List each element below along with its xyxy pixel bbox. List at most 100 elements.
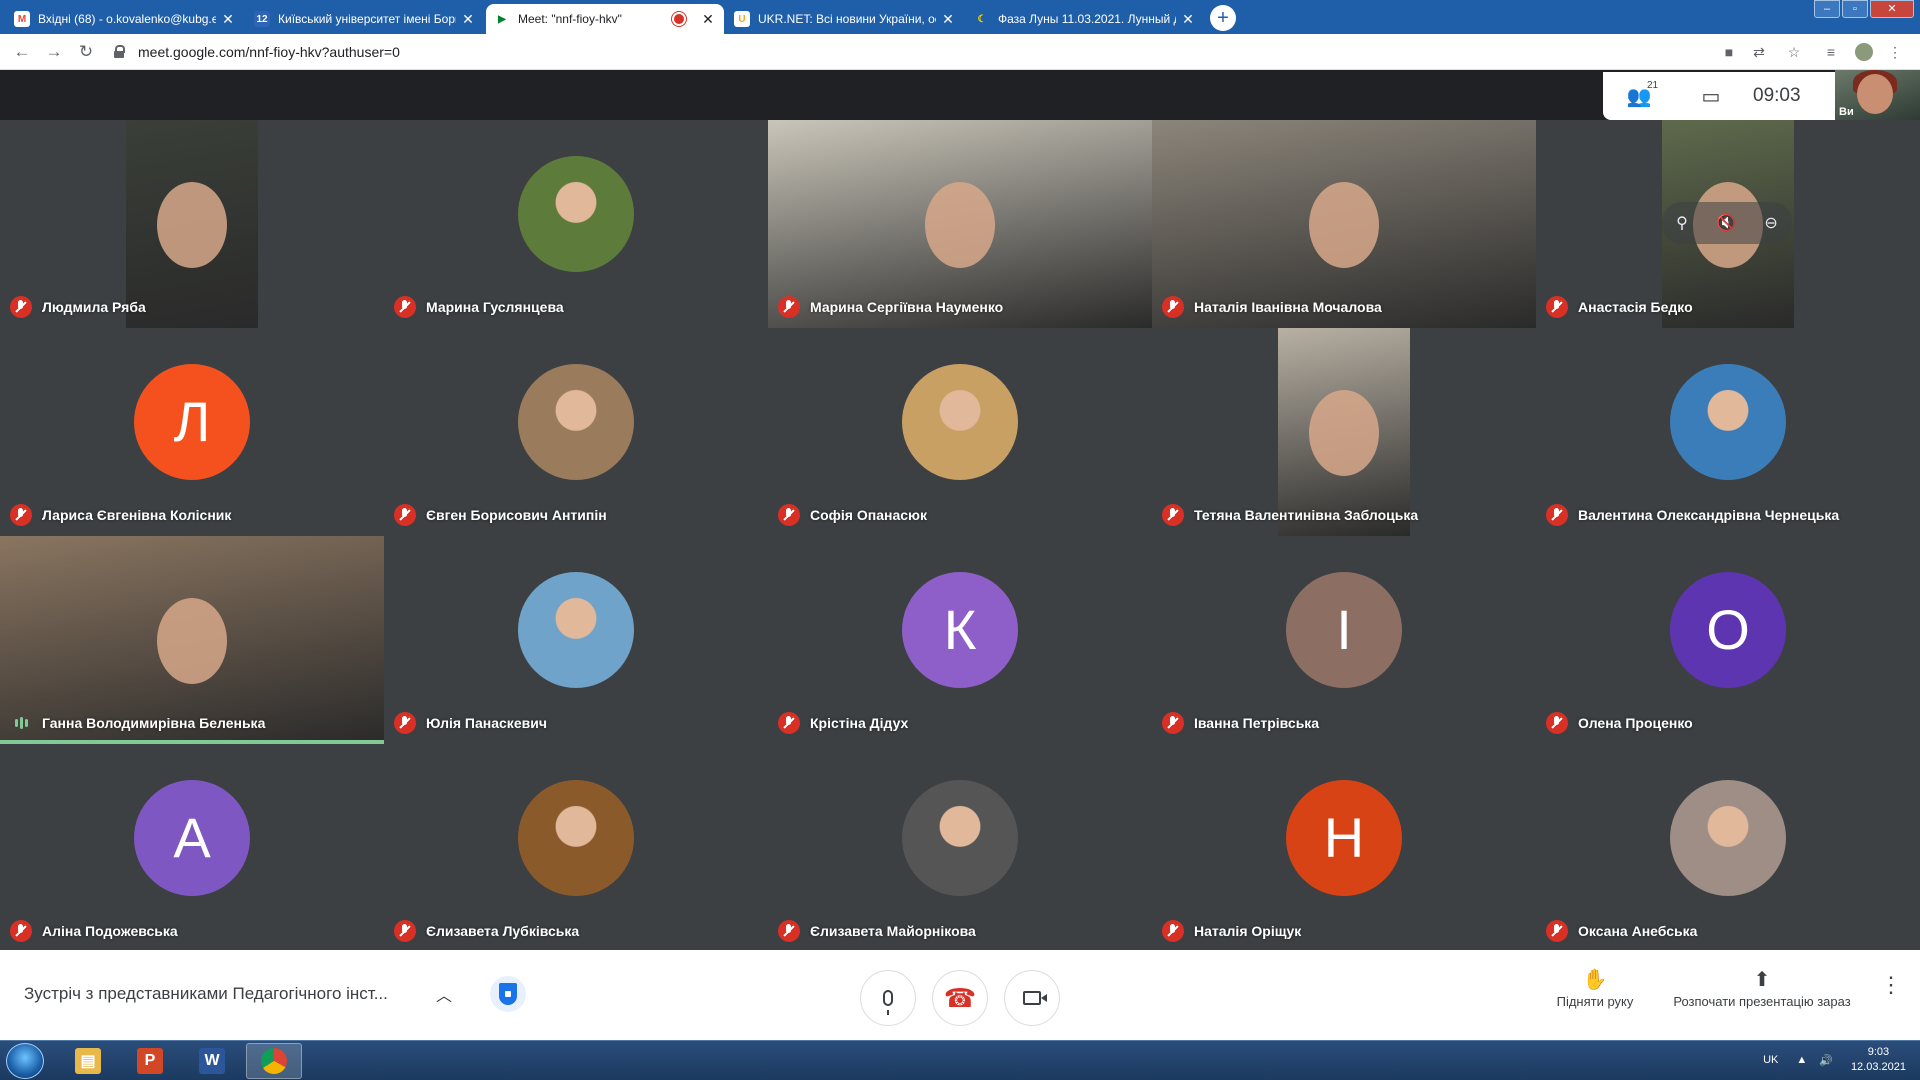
browser-menu-icon[interactable]: ⋮	[1886, 43, 1904, 61]
participant-avatar-letter: Л	[134, 363, 250, 480]
host-controls-button[interactable]	[490, 976, 526, 1012]
participant-name: Ганна Володимирівна Беленька	[42, 715, 266, 731]
camera-button[interactable]	[1004, 970, 1060, 1026]
participant-tile[interactable]: І Іванна Петрівська	[1152, 536, 1536, 744]
participant-tile[interactable]: Наталія Іванівна Мочалова	[1152, 120, 1536, 328]
camera-in-use-icon[interactable]: ■	[1720, 43, 1738, 61]
more-options-icon[interactable]: ⋮	[1880, 974, 1902, 996]
participant-name: Аліна Подожевська	[42, 923, 178, 939]
reload-icon[interactable]: ↻	[76, 42, 96, 62]
participant-tile[interactable]: Марина Сергіївна Науменко	[768, 120, 1152, 328]
taskbar-clock[interactable]: 9:03 12.03.2021	[1851, 1045, 1906, 1075]
hang-up-icon: ☎	[943, 982, 977, 1013]
participant-tile[interactable]: Софія Опанасюк	[768, 328, 1152, 536]
close-window-button[interactable]: ✕	[1870, 0, 1914, 18]
mute-icon[interactable]: 🔇	[1716, 213, 1736, 233]
participant-tile[interactable]: Тетяна Валентинівна Заблоцька	[1152, 328, 1536, 536]
tab-close-icon[interactable]: ✕	[220, 11, 236, 28]
browser-tab[interactable]: M Вхідні (68) - o.kovalenko@kubg.edu ✕	[6, 4, 244, 34]
muted-mic-icon	[1546, 296, 1568, 318]
participant-tile[interactable]: Єлизавета Лубківська	[384, 744, 768, 952]
meeting-title[interactable]: Зустріч з представниками Педагогічного і…	[24, 984, 388, 1004]
tab-close-icon[interactable]: ✕	[940, 11, 956, 28]
muted-mic-icon	[778, 296, 800, 318]
taskbar-chrome[interactable]	[246, 1043, 302, 1079]
participant-nameplate: Олена Проценко	[1546, 712, 1693, 734]
participant-tile[interactable]: О Олена Проценко	[1536, 536, 1920, 744]
participant-nameplate: Юлія Панаскевич	[394, 712, 547, 734]
participant-tile[interactable]: Н Наталія Оріщук	[1152, 744, 1536, 952]
muted-mic-icon	[1546, 712, 1568, 734]
bookmark-star-icon[interactable]: ☆	[1785, 43, 1803, 61]
omnibox[interactable]: meet.google.com/nnf-fioy-hkv?authuser=0	[112, 39, 1712, 65]
participant-name: Єлизавета Майорнікова	[810, 923, 976, 939]
browser-tab[interactable]: ▶ Meet: "nnf-fioy-hkv" ✕	[486, 4, 724, 34]
microphone-button[interactable]	[860, 970, 916, 1026]
profile-avatar[interactable]	[1855, 43, 1873, 61]
address-bar: ← → ↻ meet.google.com/nnf-fioy-hkv?authu…	[0, 34, 1920, 70]
muted-mic-icon	[1162, 296, 1184, 318]
minimize-button[interactable]: –	[1814, 0, 1840, 18]
participant-tile[interactable]: Єлизавета Майорнікова	[768, 744, 1152, 952]
participant-nameplate: Аліна Подожевська	[10, 920, 178, 942]
hand-icon: ✋	[1582, 969, 1608, 991]
start-button[interactable]	[6, 1043, 44, 1079]
participant-tile[interactable]: А Аліна Подожевська	[0, 744, 384, 952]
participant-tile[interactable]: Валентина Олександрівна Чернецька	[1536, 328, 1920, 536]
taskbar-powerpoint[interactable]: P	[122, 1043, 178, 1079]
chevron-up-icon[interactable]: ︿	[436, 982, 452, 1006]
participant-name: Лариса Євгенівна Колісник	[42, 507, 232, 523]
tray-arrow-icon[interactable]: ▲	[1796, 1054, 1807, 1066]
pin-icon[interactable]: ⚲	[1676, 213, 1688, 233]
forward-icon[interactable]: →	[44, 42, 64, 62]
microphone-icon	[883, 990, 893, 1015]
new-tab-button[interactable]: +	[1210, 5, 1236, 31]
tab-close-icon[interactable]: ✕	[460, 11, 476, 28]
meeting-clock: 09:03	[1753, 85, 1801, 106]
participant-tile[interactable]: К Крістіна Дідух	[768, 536, 1152, 744]
tab-label: Meet: "nnf-fioy-hkv"	[518, 12, 622, 26]
self-view[interactable]: Ви	[1835, 70, 1920, 120]
browser-tab[interactable]: 12 Київський університет імені Борис ✕	[246, 4, 484, 34]
back-icon[interactable]: ←	[12, 42, 32, 62]
participant-tile[interactable]: Євген Борисович Антипін	[384, 328, 768, 536]
taskbar-word[interactable]: W	[184, 1043, 240, 1079]
browser-tab[interactable]: U UKR.NET: Всі новини України, оста ✕	[726, 4, 964, 34]
chat-button[interactable]: ▭	[1675, 84, 1747, 109]
participant-nameplate: Іванна Петрівська	[1162, 712, 1319, 734]
remove-icon[interactable]: ⊖	[1764, 213, 1777, 233]
participant-name: Наталія Іванівна Мочалова	[1194, 299, 1382, 315]
tab-close-icon[interactable]: ✕	[1180, 11, 1196, 28]
participant-tile[interactable]: Людмила Ряба	[0, 120, 384, 328]
muted-mic-icon	[778, 504, 800, 526]
participant-tile[interactable]: Юлія Панаскевич	[384, 536, 768, 744]
participant-name: Олена Проценко	[1578, 715, 1693, 731]
browser-tab[interactable]: ☾ Фаза Луны 11.03.2021. Лунный де ✕	[966, 4, 1204, 34]
chrome-icon	[261, 1048, 287, 1074]
muted-mic-icon	[1546, 504, 1568, 526]
self-label: Ви	[1839, 106, 1854, 118]
volume-icon[interactable]: 🔊	[1819, 1054, 1833, 1067]
shield-lock-icon	[499, 983, 517, 1005]
raise-hand-button[interactable]: ✋ Підняти руку	[1545, 966, 1645, 1009]
leave-call-button[interactable]: ☎	[932, 970, 988, 1026]
present-now-button[interactable]: ⬆ Розпочати презентацію зараз	[1662, 966, 1862, 1009]
tab-favicon-icon: 12	[254, 11, 270, 27]
media-control-icon[interactable]: ≡	[1822, 43, 1840, 61]
participant-nameplate: Оксана Анебська	[1546, 920, 1697, 942]
participant-tile[interactable]: Оксана Анебська	[1536, 744, 1920, 952]
participant-tile[interactable]: Ганна Володимирівна Беленька	[0, 536, 384, 744]
taskbar-explorer[interactable]: ▤	[60, 1043, 116, 1079]
muted-mic-icon	[778, 712, 800, 734]
browser-tab-strip: ☾ Фаза Луны 11.03.2021. Лунный де ✕ U UKR.NE…	[0, 0, 1920, 34]
participants-button[interactable]: 👥 21	[1603, 80, 1675, 109]
tab-close-icon[interactable]: ✕	[700, 11, 716, 28]
participant-tile[interactable]: Марина Гуслянцева	[384, 120, 768, 328]
muted-mic-icon	[778, 920, 800, 942]
translate-icon[interactable]: ⇄	[1750, 43, 1768, 61]
maximize-button[interactable]: ▫	[1842, 0, 1868, 18]
url-text[interactable]: meet.google.com/nnf-fioy-hkv?authuser=0	[138, 44, 400, 60]
tab-label: UKR.NET: Всі новини України, оста	[758, 12, 936, 26]
language-indicator[interactable]: UK	[1763, 1054, 1778, 1066]
participant-tile[interactable]: Л Лариса Євгенівна Колісник	[0, 328, 384, 536]
